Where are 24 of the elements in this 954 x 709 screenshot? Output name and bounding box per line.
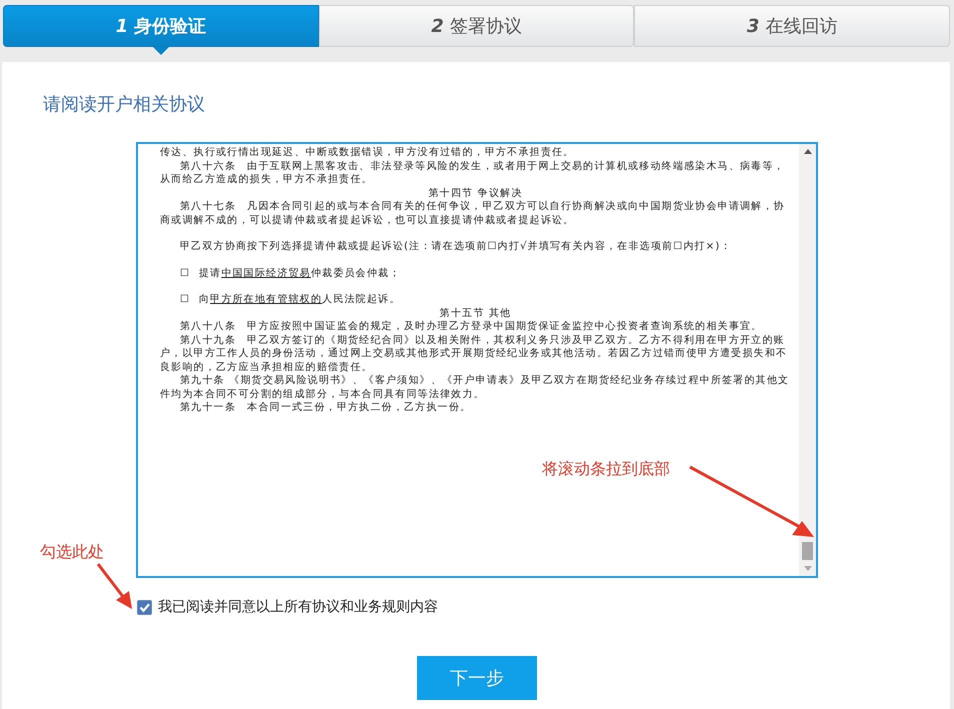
agreement-paragraph: 第九十条 《期货交易风险说明书》、《客户须知》、《开户申请表》及甲乙双方在期货经纪业务存续过程中所签署的其他文件均为本合同不可分割的组成部分，与本合同具有同等法律效力。 <box>160 374 790 401</box>
step-tab[interactable]: 3 在线回访 <box>634 5 950 47</box>
step-tab[interactable]: 2 签署协议 <box>318 5 634 47</box>
agreement-paragraph: 第八十七条 凡因本合同引起的或与本合同有关的任何争议，甲乙双方可以自行协商解决或向中国期货业协会申请调解，协商或调解不成的，可以提请仲裁或者提起诉讼，也可以直接提请仲裁或者提起诉讼。 <box>160 200 786 227</box>
agreement-paragraph: 第九十一条 本合同一式三份，甲方执二份，乙方执一份。 <box>179 401 472 414</box>
agreement-paragraph: 第八十六条 由于互联网上黑客攻击、非法登录等风险的发生，或者用于网上交易的计算机或移动终端感染木马、病毒等，从而给乙方造成的损失，甲方不承担责任。 <box>160 160 786 186</box>
agreement-paragraph: 第八十八条 甲方应按照中国证监会的规定，及时办理乙方登录中国期货保证金监控中心投资者查询系统的相关事宜。 <box>179 320 764 334</box>
step-tab[interactable]: 1 身份验证 <box>3 5 319 47</box>
annotation-text: 将滚动条拉到底部 <box>542 459 670 480</box>
agree-label: 我已阅读并同意以上所有协议和业务规则内容 <box>158 598 438 616</box>
scroll-up-icon[interactable] <box>804 148 812 154</box>
annotation-text: 勾选此处 <box>40 542 104 563</box>
scroll-down-icon[interactable] <box>804 566 812 572</box>
agreement-paragraph: 第八十九条 甲乙双方签订的《期货经纪合同》以及相关附件，其权利义务只涉及甲乙双方。乙方不得利用在甲方开立的账户，以甲方工作人员的身份活动，通过网上交易或其他形式开展期货经纪业务或其他活动。若因乙方过错而使甲方遭受损失和不良影响的，乙方应当承担相应的赔偿责任。 <box>160 334 788 374</box>
agreement-paragraph: 甲乙双方协商按下列选择提请仲裁或提起诉讼(注：请在选项前☐内打√并填写有关内容，在非选项前☐内打×)： <box>179 240 733 254</box>
scrollbar[interactable] <box>799 144 816 576</box>
agreement-option: ☐ 提请 中国国际经济贸易仲裁委员会仲裁； <box>160 266 791 280</box>
agreement-option: ☐ 向 甲方所在地有管辖权的人民法院起诉。 <box>160 293 791 306</box>
section-heading: 请阅读开户相关协议 <box>43 93 206 116</box>
scrollbar-thumb[interactable] <box>802 542 813 560</box>
agreement-section-title: 第十五节 其他 <box>438 306 512 320</box>
agreement-section-title: 第十四节 争议解决 <box>428 186 524 200</box>
agreement-paragraph: 传达、执行或行情出现延迟、中断或数据错误，甲方没有过错的，甲方不承担责任。 <box>160 146 576 160</box>
agree-checkbox[interactable] <box>137 600 152 614</box>
